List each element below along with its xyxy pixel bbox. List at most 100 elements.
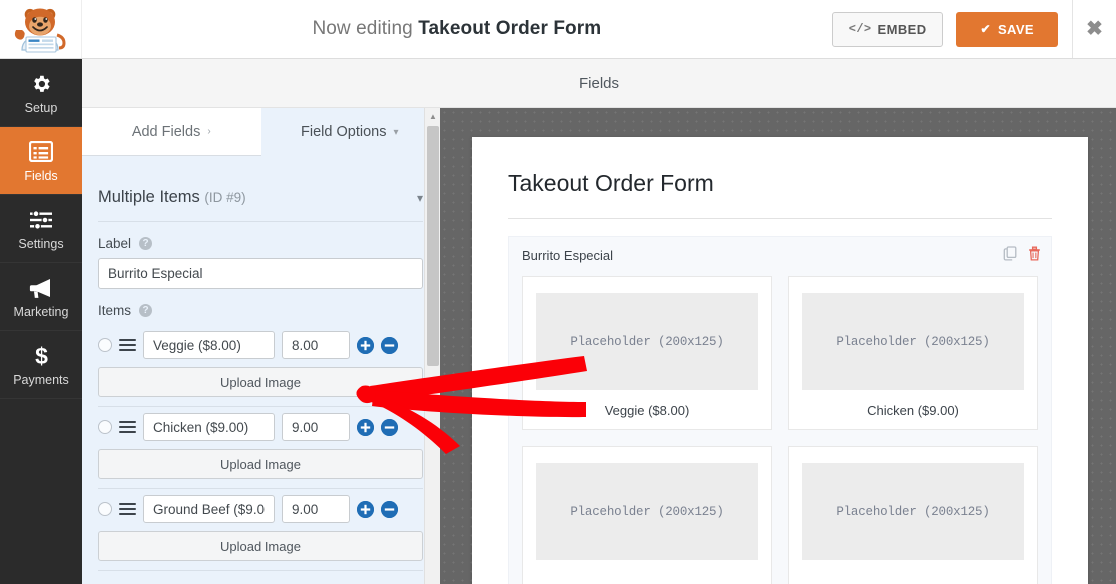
placeholder-text: Placeholder (200x125): [570, 504, 724, 519]
form-name: Takeout Order Form: [418, 18, 602, 39]
chevron-down-icon: ▾: [393, 126, 399, 138]
sidebar-item-label: Marketing: [13, 304, 69, 319]
megaphone-icon: [29, 275, 53, 301]
sliders-icon: [29, 207, 53, 233]
minus-circle-icon[interactable]: [381, 500, 398, 518]
upload-image-button[interactable]: Upload Image: [98, 531, 423, 561]
panel-tabs: Add Fields › Field Options ▾: [82, 108, 439, 156]
upload-image-button[interactable]: Upload Image: [98, 367, 423, 397]
form-builder-app: Now editing Takeout Order Form </> EMBED…: [0, 0, 1116, 584]
item-row-controls: [98, 413, 423, 441]
choice-item[interactable]: Placeholder (200x125) Veggie ($8.00): [522, 276, 772, 430]
field-card-tools: [1003, 246, 1041, 265]
plus-circle-icon[interactable]: [357, 418, 374, 436]
plus-circle-icon[interactable]: [357, 500, 374, 518]
label-input[interactable]: [98, 258, 423, 289]
choice-label: Chicken ($9.00): [867, 403, 959, 418]
wpforms-sullie-mascot-logo-icon: [0, 0, 82, 58]
plus-circle-icon[interactable]: [357, 336, 374, 354]
field-id-tag: (ID #9): [204, 190, 246, 205]
item-price-input[interactable]: [282, 331, 350, 359]
sidebar-item-settings[interactable]: Settings: [0, 195, 82, 263]
minus-circle-icon[interactable]: [381, 418, 398, 436]
gear-icon: [30, 71, 52, 97]
choice-item[interactable]: Placeholder (200x125) Chicken ($9.00): [788, 276, 1038, 430]
image-placeholder: Placeholder (200x125): [802, 293, 1024, 390]
sidebar-item-label: Settings: [18, 236, 64, 251]
item-row-controls: [98, 331, 423, 359]
scrollbar-thumb[interactable]: [427, 126, 439, 366]
choice-label: Veggie ($8.00): [604, 403, 690, 418]
close-icon: ✖: [1086, 18, 1103, 40]
item-row: Upload Image: [98, 489, 423, 571]
chevron-right-icon: ›: [207, 126, 211, 137]
drag-handle-icon[interactable]: [119, 502, 136, 516]
tab-add-fields-label: Add Fields: [131, 123, 201, 140]
form-preview-stage: Takeout Order Form Burrito Especial Plac…: [440, 108, 1116, 584]
field-section-header[interactable]: Multiple Items (ID #9) ▾: [98, 156, 423, 222]
item-row: Upload Image: [98, 325, 423, 407]
upload-image-button[interactable]: Upload Image: [98, 449, 423, 479]
item-radio-icon[interactable]: [98, 338, 112, 352]
label-text: Label: [98, 236, 132, 251]
preview-field-label: Burrito Especial: [522, 248, 614, 263]
top-bar: Now editing Takeout Order Form </> EMBED…: [0, 0, 1116, 59]
duplicate-icon[interactable]: [1003, 246, 1017, 265]
drag-handle-icon[interactable]: [119, 420, 136, 434]
item-name-input[interactable]: [143, 495, 275, 523]
page-title: Now editing Takeout Order Form: [82, 18, 832, 40]
tab-field-options[interactable]: Field Options ▾: [260, 108, 439, 156]
items-text: Items: [98, 303, 132, 318]
builder-sidebar: Setup Fields Settings Marketing $ Paymen…: [0, 59, 82, 584]
save-button[interactable]: ✔ SAVE: [956, 11, 1058, 47]
image-placeholder: Placeholder (200x125): [536, 293, 758, 390]
field-section-title: Multiple Items (ID #9): [98, 188, 246, 207]
items-list: Upload Image: [98, 325, 423, 571]
panel-scrollbar[interactable]: ▲: [424, 108, 440, 584]
sidebar-item-setup[interactable]: Setup: [0, 59, 82, 127]
choice-item[interactable]: Placeholder (200x125): [522, 446, 772, 584]
minus-circle-icon[interactable]: [381, 336, 398, 354]
item-price-input[interactable]: [282, 413, 350, 441]
choice-grid: Placeholder (200x125) Veggie ($8.00) Pla…: [522, 276, 1038, 584]
drag-handle-icon[interactable]: [119, 338, 136, 352]
close-button[interactable]: ✖: [1072, 0, 1116, 58]
preview-field-card[interactable]: Burrito Especial Placeholder (200x125) V…: [508, 236, 1052, 584]
chevron-down-icon[interactable]: ▾: [417, 191, 423, 205]
item-name-input[interactable]: [143, 413, 275, 441]
tab-add-fields[interactable]: Add Fields ›: [82, 108, 261, 156]
field-options-panel: Add Fields › Field Options ▾ Multiple It…: [82, 108, 440, 584]
trash-icon[interactable]: [1028, 246, 1041, 265]
placeholder-text: Placeholder (200x125): [836, 504, 990, 519]
sidebar-item-fields[interactable]: Fields: [0, 127, 82, 195]
item-price-input[interactable]: [282, 495, 350, 523]
preview-header-bar: Fields: [82, 59, 1116, 108]
check-icon: ✔: [980, 22, 991, 36]
fields-list-icon: [29, 139, 53, 165]
item-row: Upload Image: [98, 407, 423, 489]
placeholder-text: Placeholder (200x125): [836, 334, 990, 349]
sidebar-item-label: Payments: [13, 372, 69, 387]
form-sheet: Takeout Order Form Burrito Especial Plac…: [472, 137, 1088, 584]
sidebar-item-marketing[interactable]: Marketing: [0, 263, 82, 331]
sidebar-item-payments[interactable]: $ Payments: [0, 331, 82, 399]
label-field-label: Label ?: [98, 236, 423, 251]
item-radio-icon[interactable]: [98, 420, 112, 434]
form-preview-title: Takeout Order Form: [508, 170, 1052, 219]
editing-prefix: Now editing: [312, 18, 413, 39]
topbar-actions: </> EMBED ✔ SAVE: [831, 11, 1072, 47]
item-name-input[interactable]: [143, 331, 275, 359]
item-radio-icon[interactable]: [98, 502, 112, 516]
caret-up-icon[interactable]: ▲: [425, 108, 441, 125]
help-icon[interactable]: ?: [139, 304, 153, 317]
choice-item[interactable]: Placeholder (200x125): [788, 446, 1038, 584]
code-icon: </>: [848, 22, 872, 36]
embed-button-label: EMBED: [877, 21, 927, 37]
save-button-label: SAVE: [997, 21, 1034, 37]
preview-header-label: Fields: [578, 74, 619, 92]
svg-text:$: $: [35, 344, 48, 368]
sidebar-item-label: Fields: [24, 168, 58, 183]
embed-button[interactable]: </> EMBED: [831, 11, 944, 47]
placeholder-text: Placeholder (200x125): [570, 334, 724, 349]
help-icon[interactable]: ?: [139, 237, 153, 250]
